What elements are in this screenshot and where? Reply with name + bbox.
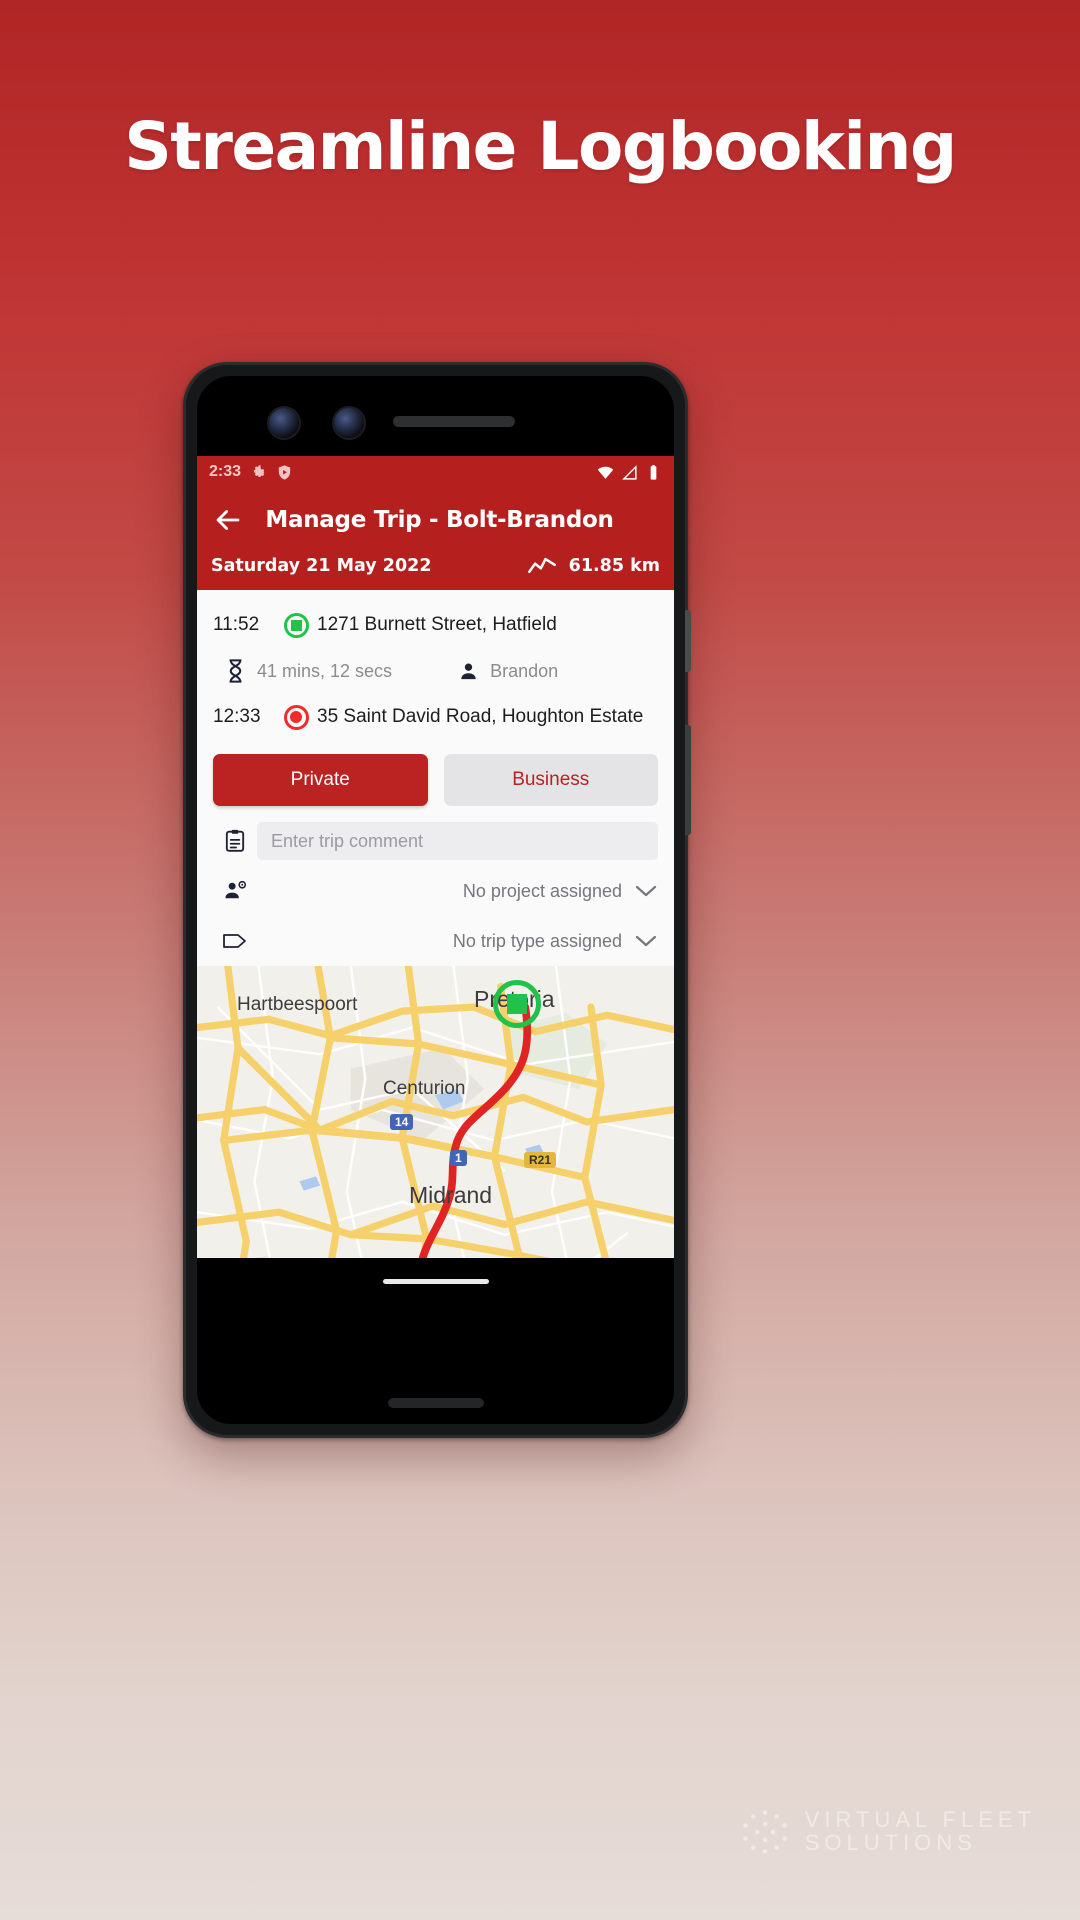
chevron-down-icon[interactable] (634, 883, 658, 899)
app-bar-top-row: Manage Trip - Bolt-Brandon (211, 494, 660, 546)
app-screen: 2:33 Manage Trip - Bolt-Brandon Saturday… (197, 456, 674, 1296)
trip-end-row: 12:33 35 Saint David Road, Houghton Esta… (213, 694, 658, 740)
business-button[interactable]: Business (443, 754, 658, 806)
trip-comment-placeholder: Enter trip comment (271, 830, 424, 851)
end-marker-icon (275, 704, 317, 730)
route-shield: R21 (524, 1152, 557, 1168)
app-bar-sub-row: Saturday 21 May 2022 61.85 km (211, 546, 660, 590)
status-time: 2:33 (209, 463, 242, 480)
start-marker-icon (275, 612, 317, 638)
map-start-marker[interactable] (493, 980, 541, 1028)
tag-icon (213, 931, 257, 951)
android-nav-bar (197, 1258, 674, 1296)
trip-start-row: 11:52 1271 Burnett Street, Hatfield (213, 602, 658, 648)
volume-button[interactable] (685, 725, 691, 835)
comment-field-row: Enter trip comment (197, 816, 674, 866)
wifi-icon (597, 466, 614, 479)
status-bar-left: 2:33 (209, 463, 293, 481)
globe-dots-icon (743, 1810, 787, 1854)
app-bar: Manage Trip - Bolt-Brandon Saturday 21 M… (197, 488, 674, 590)
camera-row (197, 408, 674, 448)
signal-icon (622, 464, 637, 480)
trip-details: 11:52 1271 Burnett Street, Hatfield 41 m… (197, 590, 674, 746)
app-bar-title: Manage Trip - Bolt-Brandon (265, 507, 614, 533)
bottom-speaker (387, 1398, 484, 1408)
trip-distance: 61.85 km (568, 556, 660, 576)
trip-comment-input[interactable]: Enter trip comment (257, 822, 658, 860)
brand-watermark: VIRTUAL FLEET SOLUTIONS (739, 1806, 1036, 1858)
route-shield: 1 (450, 1150, 467, 1166)
trip-map[interactable]: Hartbeespoort Pretoria Centurion Midrand… (197, 966, 674, 1296)
phone-screen-area: 2:33 Manage Trip - Bolt-Brandon Saturday… (197, 376, 674, 1424)
map-label: Centurion (383, 1078, 466, 1099)
brand-line-2: SOLUTIONS (804, 1830, 977, 1855)
trip-end-time: 12:33 (213, 706, 261, 727)
status-bar: 2:33 (197, 456, 674, 488)
trip-driver: Brandon (490, 660, 559, 681)
trip-meta-row: 41 mins, 12 secs Brandon (213, 648, 658, 694)
trip-start-time: 11:52 (213, 614, 260, 635)
battery-icon (650, 464, 657, 480)
private-button[interactable]: Private (213, 754, 428, 806)
trip-type-value-group[interactable]: No trip type assigned (257, 931, 658, 952)
map-label: Midrand (409, 1182, 493, 1208)
trip-date: Saturday 21 May 2022 (211, 556, 432, 576)
trip-type-field-row[interactable]: No trip type assigned (197, 916, 674, 966)
page-title: Streamline Logbooking (124, 108, 957, 185)
project-value: No project assigned (462, 880, 622, 901)
map-label: Hartbeespoort (237, 994, 358, 1015)
person-icon (446, 660, 490, 683)
project-field-row[interactable]: No project assigned (197, 866, 674, 916)
status-bar-right (597, 464, 662, 481)
trip-start-address: 1271 Burnett Street, Hatfield (317, 614, 557, 635)
front-camera-icon (269, 408, 299, 438)
app-bar-distance-group: 61.85 km (527, 554, 660, 578)
person-gear-icon (213, 879, 257, 903)
project-value-group[interactable]: No project assigned (257, 881, 658, 902)
trip-duration: 41 mins, 12 secs (257, 660, 393, 681)
trip-end-address: 35 Saint David Road, Houghton Estate (317, 706, 644, 727)
shield-play-icon (278, 464, 291, 480)
power-button[interactable] (685, 610, 691, 672)
hourglass-icon (213, 658, 257, 684)
route-shield: 14 (390, 1114, 414, 1130)
brand-text: VIRTUAL FLEET SOLUTIONS (804, 1807, 1036, 1855)
trend-chart-icon[interactable] (527, 554, 557, 578)
trip-type-value: No trip type assigned (452, 930, 622, 951)
phone-mockup: 2:33 Manage Trip - Bolt-Brandon Saturday… (183, 362, 691, 1438)
clipboard-icon (213, 829, 257, 853)
trip-category-segment: Private Business (197, 746, 674, 816)
earpiece-speaker (393, 416, 515, 427)
back-arrow-icon[interactable] (211, 503, 245, 537)
gear-icon (253, 464, 266, 477)
front-camera-secondary-icon (334, 408, 364, 438)
chevron-down-icon[interactable] (634, 933, 658, 949)
home-indicator[interactable] (382, 1279, 489, 1284)
brand-line-1: VIRTUAL FLEET (804, 1807, 1036, 1833)
